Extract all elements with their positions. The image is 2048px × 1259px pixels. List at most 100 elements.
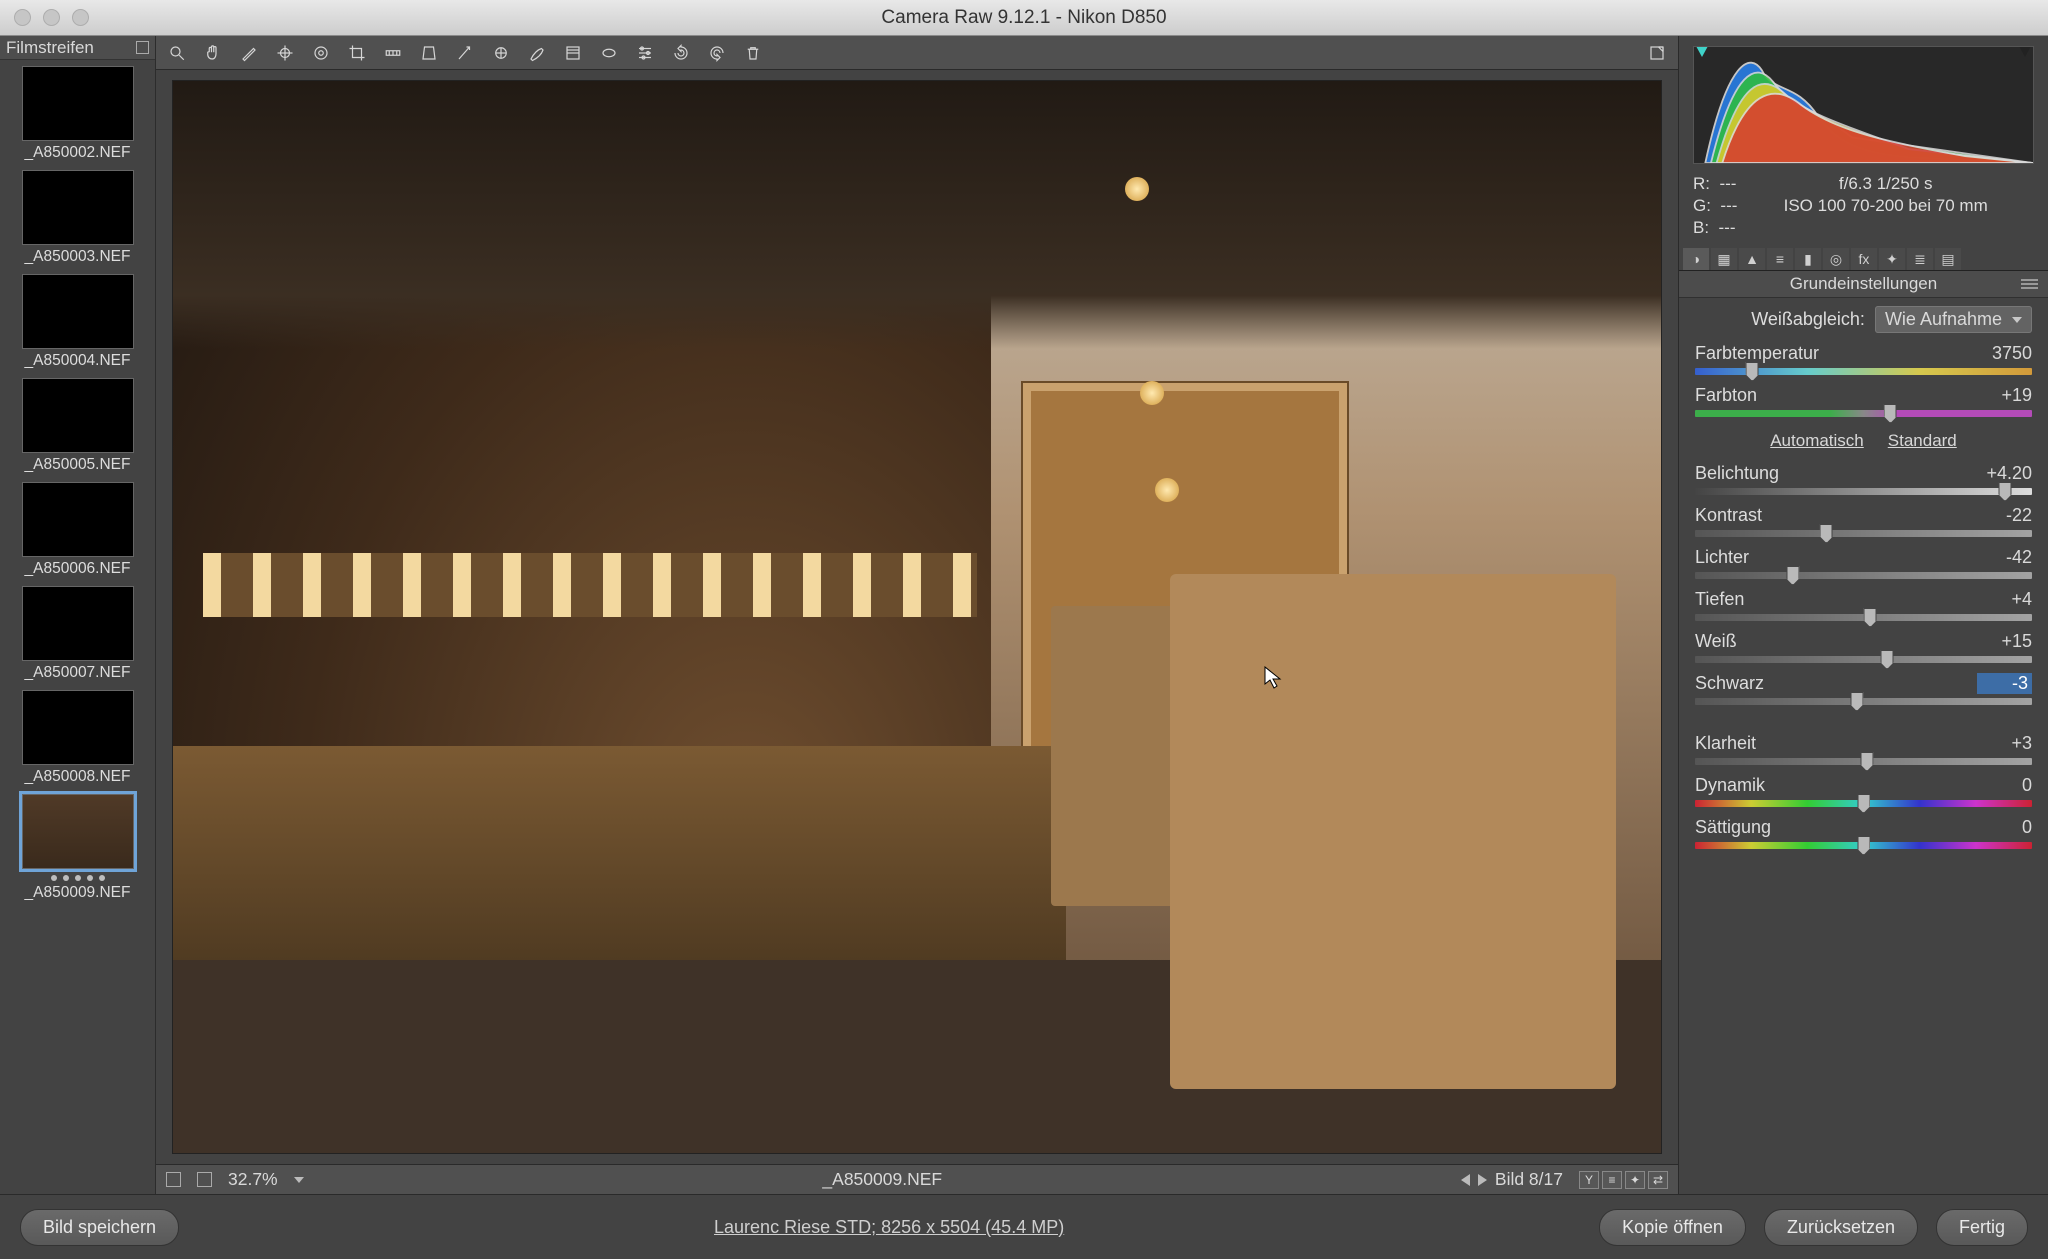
pager-text: Bild 8/17 [1495,1169,1563,1190]
save-image-button[interactable]: Bild speichern [20,1209,179,1246]
view-toggle-1[interactable] [166,1172,181,1187]
status-tool-4[interactable]: ⇄ [1648,1171,1668,1189]
histogram[interactable] [1693,46,2034,164]
slider-highlights[interactable]: Lichter-42 [1695,547,2032,579]
status-bar: 32.7% _A850009.NEF Bild 8/17 Y ≡ ✦ ⇄ [156,1164,1678,1194]
window-title: Camera Raw 9.12.1 - Nikon D850 [0,7,2048,29]
thumb-label: _A850006.NEF [25,560,131,578]
thumbnail[interactable]: _A850002.NEF [6,66,149,162]
wb-label: Weißabgleich: [1751,309,1865,330]
thumb-label: _A850007.NEF [25,664,131,682]
prev-image-icon[interactable] [1461,1174,1470,1186]
hand-tool-icon[interactable] [202,42,224,64]
slider-shadows[interactable]: Tiefen+4 [1695,589,2032,621]
top-toolbar [156,36,1678,70]
thumbnail[interactable]: _A850007.NEF [6,586,149,682]
tab-curve-icon[interactable]: ▦ [1711,248,1737,270]
radial-filter-icon[interactable] [598,42,620,64]
open-copy-button[interactable]: Kopie öffnen [1599,1209,1746,1246]
tab-lens-icon[interactable]: ◎ [1823,248,1849,270]
transform-tool-icon[interactable] [418,42,440,64]
auto-link[interactable]: Automatisch [1770,431,1864,451]
center-area: 32.7% _A850009.NEF Bild 8/17 Y ≡ ✦ ⇄ [156,36,1678,1194]
thumb-label: _A850005.NEF [25,456,131,474]
thumbnail[interactable]: _A850003.NEF [6,170,149,266]
thumb-label: _A850004.NEF [25,352,131,370]
spot-removal-icon[interactable] [454,42,476,64]
graduated-filter-icon[interactable] [562,42,584,64]
wb-dropdown[interactable]: Wie Aufnahme [1875,306,2032,333]
workflow-options-link[interactable]: Laurenc Riese STD; 8256 x 5504 (45.4 MP) [179,1217,1599,1238]
straighten-tool-icon[interactable] [382,42,404,64]
exif-readout: f/6.3 1/250 s ISO 100 70-200 bei 70 mm [1737,174,2034,238]
preview-rendering [173,81,1661,1153]
rotate-cw-icon[interactable] [706,42,728,64]
done-button[interactable]: Fertig [1936,1209,2028,1246]
thumb-label: _A850008.NEF [25,768,131,786]
slider-whites[interactable]: Weiß+15 [1695,631,2032,663]
thumbnail[interactable]: _A850008.NEF [6,690,149,786]
crop-tool-icon[interactable] [346,42,368,64]
thumb-label: _A850009.NEF [25,884,131,902]
pager: Bild 8/17 [1461,1169,1563,1190]
wb-tool-icon[interactable] [238,42,260,64]
tab-snapshots-icon[interactable]: ▤ [1935,248,1961,270]
zoom-menu-icon[interactable] [294,1177,304,1183]
view-toggle-2[interactable] [197,1172,212,1187]
tab-hsl-icon[interactable]: ≡ [1767,248,1793,270]
status-tool-3[interactable]: ✦ [1625,1171,1645,1189]
slider-tint[interactable]: Farbton+19 [1695,385,2032,417]
slider-exposure[interactable]: Belichtung+4.20 [1695,463,2032,495]
redeye-tool-icon[interactable] [490,42,512,64]
status-tools: Y ≡ ✦ ⇄ [1579,1171,1668,1189]
panel-tabs: ◑ ▦ ▲ ≡ ▮ ◎ fx ✦ ≣ ▤ [1679,244,2048,271]
target-adjust-icon[interactable] [310,42,332,64]
filmstrip-title: Filmstreifen [6,38,94,58]
filmstrip-menu-icon[interactable] [136,41,149,54]
adjustment-brush-icon[interactable] [526,42,548,64]
highlight-clip-icon[interactable] [2019,46,2031,57]
panel-header: Grundeinstellungen [1679,271,2048,298]
status-tool-1[interactable]: Y [1579,1171,1599,1189]
zoom-tool-icon[interactable] [166,42,188,64]
next-image-icon[interactable] [1478,1174,1487,1186]
basic-panel: Weißabgleich: Wie Aufnahme Farbtemperatu… [1679,298,2048,1194]
shadow-clip-icon[interactable] [1696,46,1708,57]
tab-presets-icon[interactable]: ≣ [1907,248,1933,270]
app-root: Camera Raw 9.12.1 - Nikon D850 Filmstrei… [0,0,2048,1259]
filmstrip: Filmstreifen _A850002.NEF _A850003.NEF _A8… [0,36,156,1194]
fullscreen-icon[interactable] [1646,42,1668,64]
footer: Bild speichern Laurenc Riese STD; 8256 x… [0,1194,2048,1259]
panel-title: Grundeinstellungen [1790,274,1937,294]
zoom-level[interactable]: 32.7% [228,1169,278,1190]
slider-saturation[interactable]: Sättigung0 [1695,817,2032,849]
image-preview[interactable] [172,80,1662,1154]
status-filename: _A850009.NEF [320,1169,1445,1190]
rotate-ccw-icon[interactable] [670,42,692,64]
status-tool-2[interactable]: ≡ [1602,1171,1622,1189]
tab-split-icon[interactable]: ▮ [1795,248,1821,270]
slider-contrast[interactable]: Kontrast-22 [1695,505,2032,537]
thumbnail[interactable]: _A850005.NEF [6,378,149,474]
tab-basic-icon[interactable]: ◑ [1683,248,1709,270]
reset-button[interactable]: Zurücksetzen [1764,1209,1918,1246]
tab-fx-icon[interactable]: fx [1851,248,1877,270]
thumb-rating[interactable] [51,875,105,881]
slider-blacks[interactable]: Schwarz-3 [1695,673,2032,705]
slider-clarity[interactable]: Klarheit+3 [1695,733,2032,765]
titlebar: Camera Raw 9.12.1 - Nikon D850 [0,0,2048,36]
slider-vibrance[interactable]: Dynamik0 [1695,775,2032,807]
preferences-icon[interactable] [634,42,656,64]
default-link[interactable]: Standard [1888,431,1957,451]
thumb-label: _A850003.NEF [25,248,131,266]
slider-temperature[interactable]: Farbtemperatur3750 [1695,343,2032,375]
panel-menu-icon[interactable] [2021,279,2038,290]
tab-detail-icon[interactable]: ▲ [1739,248,1765,270]
trash-icon[interactable] [742,42,764,64]
thumb-label: _A850002.NEF [25,144,131,162]
thumbnail[interactable]: _A850006.NEF [6,482,149,578]
tab-camera-icon[interactable]: ✦ [1879,248,1905,270]
thumbnail[interactable]: _A850009.NEF [6,794,149,902]
color-sampler-icon[interactable] [274,42,296,64]
thumbnail[interactable]: _A850004.NEF [6,274,149,370]
